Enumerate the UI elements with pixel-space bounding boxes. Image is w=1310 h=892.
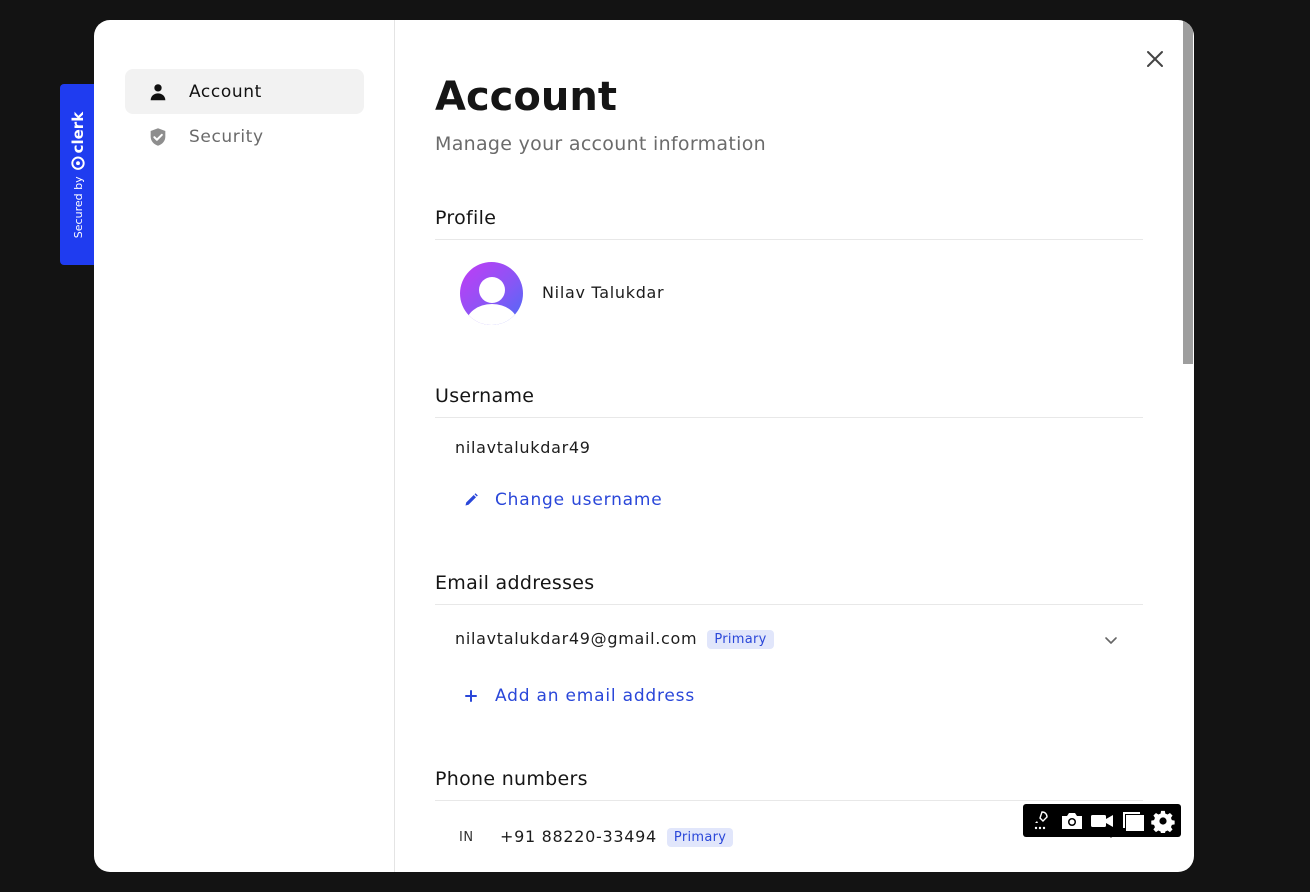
email-row[interactable]: nilavtalukdar49@gmail.com Primary [455,629,774,649]
scrollbar-thumb[interactable] [1183,20,1193,364]
sidebar-item-label: Security [189,126,264,147]
rocket-button[interactable] [1028,808,1054,834]
change-username-label: Change username [495,490,663,510]
page-title: Account [435,74,617,120]
record-video-button[interactable] [1089,808,1115,834]
sidebar-nav: Account Security [94,20,395,872]
email-divider [435,604,1143,605]
phone-row[interactable]: +91 88220-33494 Primary [500,827,734,847]
phone-number: +91 88220-33494 [500,827,657,846]
shield-check-icon [150,127,166,146]
sidebar-item-account[interactable]: Account [125,69,364,114]
avatar-body-shape [466,304,518,325]
user-icon [150,83,166,100]
clerk-brand-text: clerk [69,111,87,153]
username-heading: Username [435,385,535,407]
secured-by-clerk-badge[interactable]: Secured by clerk [60,84,96,265]
profile-heading: Profile [435,207,497,229]
profile-divider [435,239,1143,240]
sidebar-item-security[interactable]: Security [125,114,364,159]
phone-country-code: IN [459,830,474,845]
username-divider [435,417,1143,418]
gear-icon [1151,810,1175,833]
primary-badge: Primary [707,630,774,649]
clerk-logo: clerk [69,111,87,170]
user-profile-modal: Account Security Account Manage your acc… [94,20,1194,872]
plus-icon [465,690,477,702]
clerk-logo-icon [71,156,85,170]
secured-by-label: Secured by [71,175,85,238]
username-value: nilavtalukdar49 [455,438,591,457]
email-heading: Email addresses [435,572,595,594]
primary-badge: Primary [666,828,734,847]
window-capture-button[interactable] [1120,808,1146,834]
page-subtitle: Manage your account information [435,133,766,155]
pencil-icon [465,493,478,506]
add-email-label: Add an email address [495,686,695,706]
profile-name: Nilav Talukdar [542,283,665,302]
settings-button[interactable] [1150,808,1176,834]
camera-icon [1061,812,1082,829]
email-options-toggle[interactable] [1103,632,1119,648]
add-email-button[interactable]: Add an email address [463,686,695,706]
window-icon [1122,811,1144,831]
avatar[interactable] [460,262,523,325]
phone-heading: Phone numbers [435,768,588,790]
sidebar-item-label: Account [189,81,262,102]
video-icon [1091,814,1113,827]
screenshot-button[interactable] [1059,808,1085,834]
phone-divider [435,800,1143,801]
change-username-button[interactable]: Change username [463,490,662,510]
email-address: nilavtalukdar49@gmail.com [455,629,698,648]
chevron-down-icon [1105,637,1117,644]
screen-capture-toolbar [1023,804,1181,837]
close-icon [1147,51,1163,67]
rocket-icon [1034,810,1048,829]
avatar-head-shape [479,277,505,303]
close-button[interactable] [1144,48,1166,70]
